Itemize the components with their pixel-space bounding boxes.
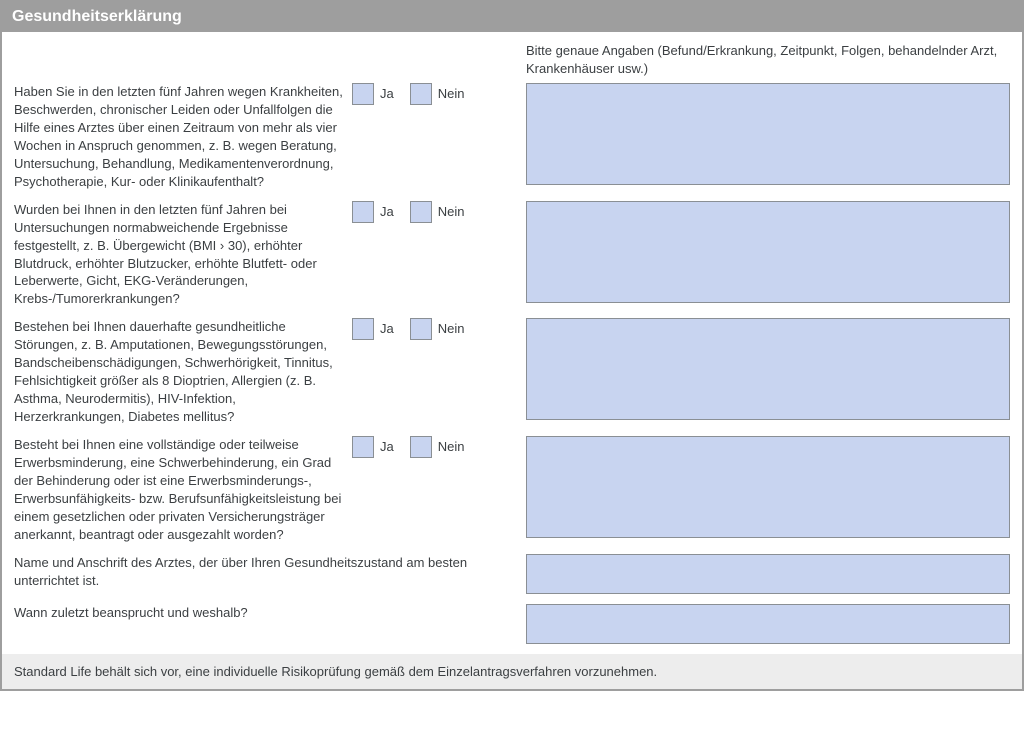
doctor-name-label: Name und Anschrift des Arztes, der über … bbox=[14, 554, 526, 590]
last-consult-input[interactable] bbox=[526, 604, 1010, 644]
q2-yes-label: Ja bbox=[380, 201, 394, 223]
health-declaration-form: Gesundheitserklärung Bitte genaue Angabe… bbox=[0, 0, 1024, 691]
q4-yes-label: Ja bbox=[380, 436, 394, 458]
q3-yes-checkbox[interactable] bbox=[352, 318, 374, 340]
q3-yes-label: Ja bbox=[380, 318, 394, 340]
q1-no-label: Nein bbox=[438, 83, 465, 105]
form-title: Gesundheitserklärung bbox=[2, 2, 1022, 32]
question-row-4: Besteht bei Ihnen eine vollständige oder… bbox=[14, 436, 1010, 544]
q2-yes-checkbox[interactable] bbox=[352, 201, 374, 223]
question-row-2: Wurden bei Ihnen in den letzten fünf Jah… bbox=[14, 201, 1010, 309]
q1-no-checkbox[interactable] bbox=[410, 83, 432, 105]
form-footer-note: Standard Life behält sich vor, eine indi… bbox=[2, 654, 1022, 689]
q1-yes-label: Ja bbox=[380, 83, 394, 105]
q4-no-label: Nein bbox=[438, 436, 465, 458]
q4-detail-input[interactable] bbox=[526, 436, 1010, 538]
doctor-name-input[interactable] bbox=[526, 554, 1010, 594]
q2-no-checkbox[interactable] bbox=[410, 201, 432, 223]
q2-no-label: Nein bbox=[438, 201, 465, 223]
question-row-3: Bestehen bei Ihnen dauerhafte gesundheit… bbox=[14, 318, 1010, 426]
question-text-3: Bestehen bei Ihnen dauerhafte gesundheit… bbox=[14, 318, 352, 426]
question-text-2: Wurden bei Ihnen in den letzten fünf Jah… bbox=[14, 201, 352, 309]
q4-no-checkbox[interactable] bbox=[410, 436, 432, 458]
yesno-block-3: Ja Nein bbox=[352, 318, 526, 340]
yesno-block-2: Ja Nein bbox=[352, 201, 526, 223]
q1-yes-checkbox[interactable] bbox=[352, 83, 374, 105]
yesno-block-4: Ja Nein bbox=[352, 436, 526, 458]
question-text-4: Besteht bei Ihnen eine vollständige oder… bbox=[14, 436, 352, 544]
question-text-1: Haben Sie in den letzten fünf Jahren weg… bbox=[14, 83, 352, 191]
doctor-row: Name und Anschrift des Arztes, der über … bbox=[14, 554, 1010, 594]
q4-yes-checkbox[interactable] bbox=[352, 436, 374, 458]
q3-no-checkbox[interactable] bbox=[410, 318, 432, 340]
last-consult-row: Wann zuletzt beansprucht und weshalb? bbox=[14, 604, 1010, 644]
question-row-1: Haben Sie in den letzten fünf Jahren weg… bbox=[14, 83, 1010, 191]
q1-detail-input[interactable] bbox=[526, 83, 1010, 185]
detail-instruction: Bitte genaue Angaben (Befund/Erkrankung,… bbox=[526, 42, 1010, 77]
q2-detail-input[interactable] bbox=[526, 201, 1010, 303]
q3-no-label: Nein bbox=[438, 318, 465, 340]
form-body: Bitte genaue Angaben (Befund/Erkrankung,… bbox=[2, 32, 1022, 644]
yesno-block-1: Ja Nein bbox=[352, 83, 526, 105]
q3-detail-input[interactable] bbox=[526, 318, 1010, 420]
last-consult-label: Wann zuletzt beansprucht und weshalb? bbox=[14, 604, 526, 622]
